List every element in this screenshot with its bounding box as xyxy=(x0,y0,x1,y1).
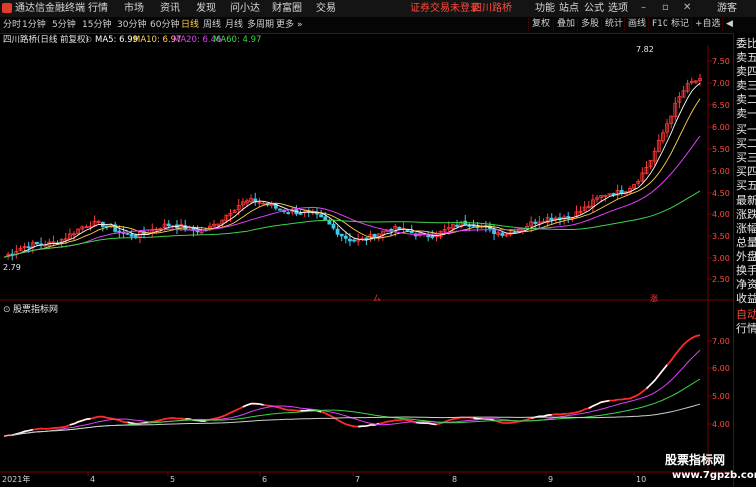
y-label-4.00: 4.00 xyxy=(712,210,730,219)
y-label-6.00: 6.00 xyxy=(712,123,730,132)
candle-body xyxy=(335,228,340,235)
sub-signal-white xyxy=(645,364,668,390)
candle-body xyxy=(84,226,89,229)
quote-buy5: 买五 xyxy=(736,179,756,192)
y-label-5.00: 5.00 xyxy=(712,167,730,176)
candle-body xyxy=(286,212,291,214)
sub-y-label-5.00: 5.00 xyxy=(712,392,730,401)
quote-earnings: 收益 xyxy=(736,292,756,305)
x-label-5: 5 xyxy=(170,475,176,484)
candle-body xyxy=(323,216,328,221)
quote-turnover: 换手 xyxy=(736,264,756,277)
sub-y-label-4.00: 4.00 xyxy=(712,420,730,429)
event-marker-icon-2[interactable]: 涨 xyxy=(650,293,658,304)
y-label-6.50: 6.50 xyxy=(712,101,730,110)
x-label-10: 10 xyxy=(636,475,647,484)
candle-body xyxy=(549,217,554,221)
sub-signal-white xyxy=(588,399,610,409)
quote-buy4: 买四 xyxy=(736,165,756,178)
candle-body xyxy=(319,214,324,218)
candle-body xyxy=(117,230,122,233)
quote-latest: 最新 xyxy=(736,194,756,207)
candle-body xyxy=(467,224,472,227)
quote-sell2: 卖二 xyxy=(736,93,756,106)
sub-y-label-6.00: 6.00 xyxy=(712,364,730,373)
low-price-label: 2.79 xyxy=(3,263,21,272)
quote-weibi: 委比 xyxy=(736,37,756,50)
candle-body xyxy=(166,223,171,227)
price-chart[interactable] xyxy=(0,0,756,487)
x-label-4: 4 xyxy=(90,475,96,484)
quote-change-pct: 涨幅 xyxy=(736,222,756,235)
quote-net-assets: 净资 xyxy=(736,278,756,291)
y-label-3.00: 3.00 xyxy=(712,254,730,263)
y-label-5.50: 5.50 xyxy=(712,145,730,154)
sub-y-label-7.00: 7.00 xyxy=(712,337,730,346)
quote-button[interactable]: 行情 xyxy=(736,322,756,335)
candle-body xyxy=(339,233,344,237)
quote-panel: 委比 卖五 卖四 卖三 卖二 卖一 买一 买二 买三 买四 买五 最新 涨跌 涨… xyxy=(733,33,756,487)
x-label-6: 6 xyxy=(262,475,268,484)
auto-button[interactable]: 自动 xyxy=(736,308,756,321)
candle-body xyxy=(566,216,571,218)
x-label-9: 9 xyxy=(548,475,554,484)
y-label-2.50: 2.50 xyxy=(712,275,730,284)
quote-sell3: 卖三 xyxy=(736,79,756,92)
x-label-8: 8 xyxy=(452,475,458,484)
quote-buy2: 买二 xyxy=(736,137,756,150)
candle-body xyxy=(352,239,356,242)
candle-body xyxy=(133,234,138,238)
y-label-3.50: 3.50 xyxy=(712,232,730,241)
candle-body xyxy=(278,208,282,211)
quote-change: 涨跌 xyxy=(736,208,756,221)
indicator-title: 股票指标网 xyxy=(13,305,59,315)
quote-volume: 总量 xyxy=(736,236,756,249)
y-label-4.50: 4.50 xyxy=(712,189,730,198)
sub-signal-white xyxy=(415,421,437,426)
candle-body xyxy=(343,235,348,239)
quote-outer: 外盘 xyxy=(736,250,756,263)
quote-sell4: 卖四 xyxy=(736,65,756,78)
indicator-settings-icon[interactable]: ⊙ xyxy=(3,305,11,315)
ma10-line xyxy=(3,98,701,258)
candle-body xyxy=(348,238,352,242)
high-price-label: 7.82 xyxy=(636,45,654,54)
y-label-7.50: 7.50 xyxy=(712,57,730,66)
watermark-title: 股票指标网 xyxy=(665,453,726,467)
quote-buy3: 买三 xyxy=(736,151,756,164)
sub-signal-red xyxy=(3,334,701,438)
candle-body xyxy=(430,235,435,238)
candle-body xyxy=(455,224,459,227)
candle-body xyxy=(125,232,130,235)
candle-body xyxy=(35,241,39,245)
candle-body xyxy=(372,233,377,239)
candle-body xyxy=(298,212,303,215)
candle-body xyxy=(327,220,332,225)
quote-sell1: 卖一 xyxy=(736,107,756,120)
y-label-7.00: 7.00 xyxy=(712,79,730,88)
candle-body xyxy=(129,234,134,237)
candle-body xyxy=(26,246,31,249)
x-label-7: 7 xyxy=(355,475,361,484)
sub-line-magenta xyxy=(3,349,701,437)
event-marker-icon[interactable]: ㄙ xyxy=(373,293,381,304)
candle-body xyxy=(533,221,538,224)
watermark-url: www.7gpzb.com xyxy=(672,470,756,481)
x-label-2021: 2021年 xyxy=(2,475,31,484)
ma5-line xyxy=(3,82,701,258)
quote-buy1: 买一 xyxy=(736,123,756,136)
candle-body xyxy=(500,232,505,236)
quote-sell5: 卖五 xyxy=(736,51,756,64)
sub-line-green xyxy=(3,378,701,437)
candle-body xyxy=(331,223,336,229)
